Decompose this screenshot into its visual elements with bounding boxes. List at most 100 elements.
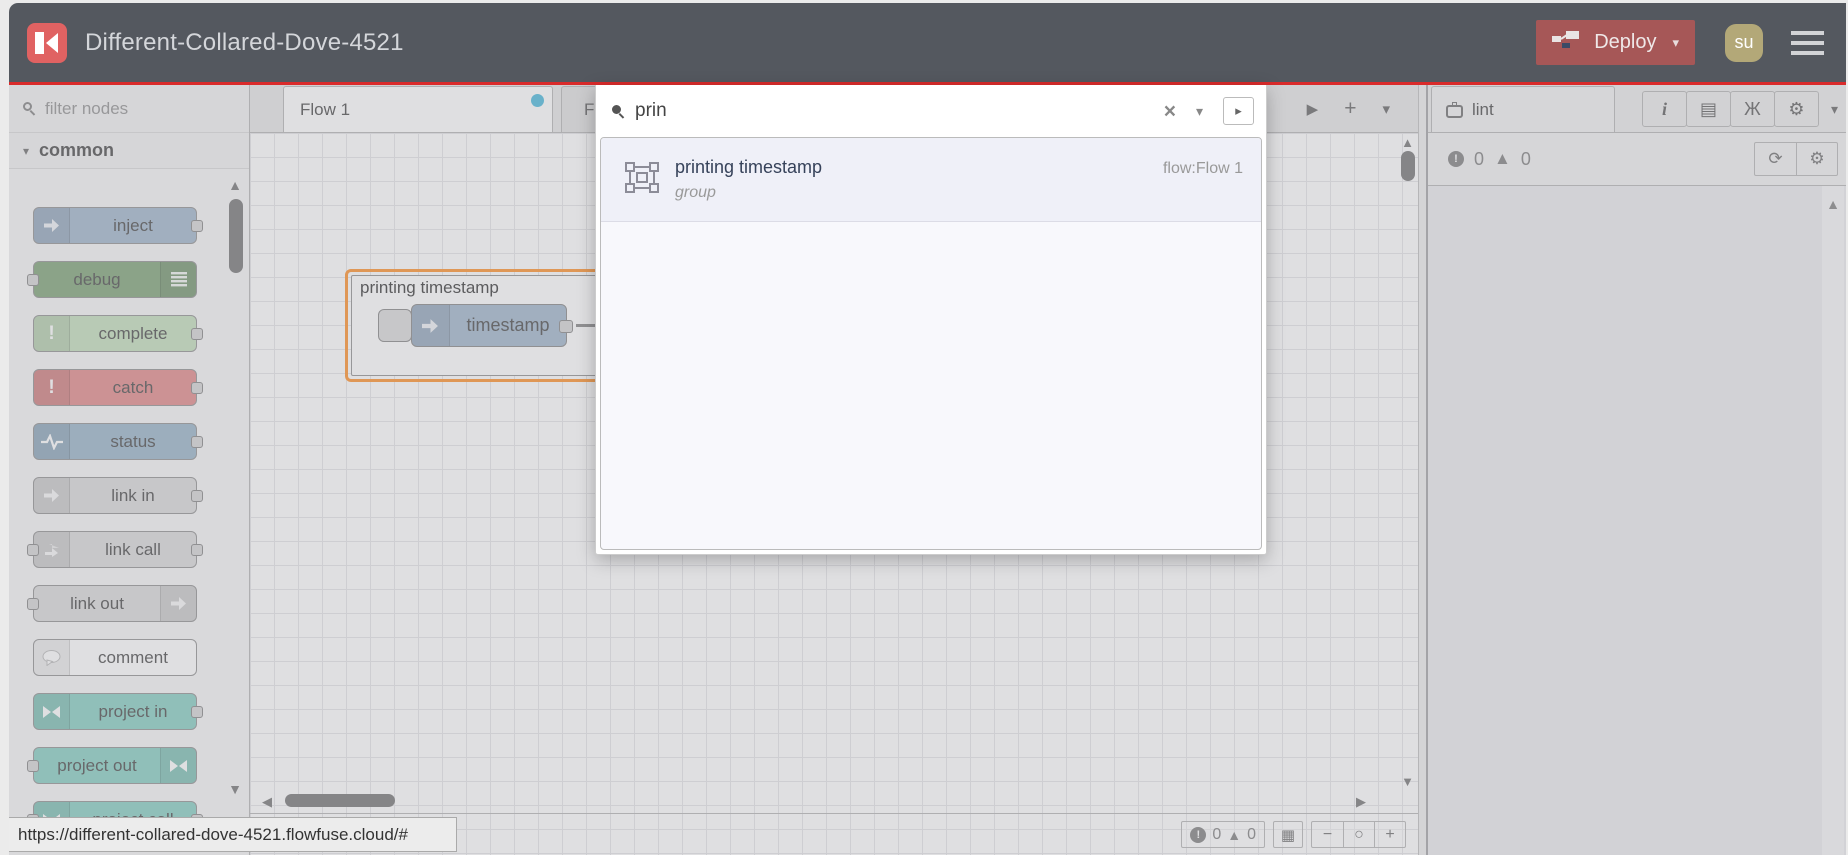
menu-bar-icon (1791, 30, 1824, 35)
arrow-icon (160, 586, 196, 621)
error-icon: ! (1448, 151, 1464, 167)
sidebar-tab-lint[interactable]: lint (1431, 86, 1615, 132)
lint-panel-content: ▲ (1428, 186, 1846, 855)
flow-list-caret-icon[interactable]: ▾ (1382, 100, 1390, 118)
search-result-type: group (675, 184, 716, 201)
input-port[interactable] (27, 274, 39, 286)
input-port[interactable] (27, 544, 39, 556)
deploy-button[interactable]: Deploy ▾ (1536, 20, 1695, 65)
deploy-options-caret-icon[interactable]: ▾ (1672, 35, 1679, 51)
palette-node-comment[interactable]: comment (33, 639, 197, 676)
output-port[interactable] (191, 490, 203, 502)
palette-node-link-out[interactable]: link out (27, 585, 197, 622)
zoom-in-button[interactable]: + (1374, 822, 1405, 847)
palette-node-label: link in (111, 485, 155, 505)
output-port[interactable] (559, 320, 573, 333)
lint-kit-icon (1446, 101, 1463, 118)
user-avatar[interactable]: su (1725, 23, 1763, 62)
search-result-location: flow:Flow 1 (1162, 160, 1243, 177)
canvas-scroll-down-icon[interactable]: ▼ (1401, 774, 1414, 789)
palette-node-label: inject (113, 215, 153, 235)
search-input-row: prin × ▾ ▸ (596, 85, 1266, 137)
palette-node-link-call[interactable]: link call (27, 531, 203, 568)
palette-node-project-in[interactable]: project in (33, 693, 203, 730)
output-port[interactable] (191, 436, 203, 448)
palette-node-project-out[interactable]: project out (27, 747, 197, 784)
palette-node-inject[interactable]: inject (33, 207, 203, 244)
search-icon (612, 104, 625, 119)
palette-category-common[interactable]: ▾ common (9, 133, 249, 169)
output-port[interactable] (191, 328, 203, 340)
palette-category-label: common (39, 140, 115, 160)
bug-icon: Ж (1744, 98, 1761, 119)
search-expand-button[interactable]: ▸ (1223, 97, 1254, 125)
canvas-scroll-left-icon[interactable]: ◀ (262, 794, 272, 810)
book-icon: ▤ (1699, 98, 1717, 119)
header: Different-Collared-Dove-4521 Deploy ▾ su (9, 3, 1846, 82)
search-options-caret-icon[interactable]: ▾ (1192, 103, 1207, 120)
add-flow-button[interactable]: + (1344, 97, 1356, 121)
input-port[interactable] (27, 760, 39, 772)
browser-status-url: https://different-collared-dove-4521.flo… (9, 817, 457, 852)
sidebar-tab-list-caret-icon[interactable]: ▾ (1831, 101, 1838, 118)
palette-scrollbar-thumb[interactable] (229, 199, 243, 273)
palette-node-label: link call (105, 539, 161, 559)
zoom-reset-button[interactable]: ○ (1343, 822, 1374, 847)
output-port[interactable] (191, 706, 203, 718)
palette-filter[interactable]: filter nodes (9, 85, 249, 133)
group-label: printing timestamp (360, 278, 499, 297)
palette-node-label: status (110, 431, 156, 451)
gear-icon: ⚙ (1809, 149, 1825, 168)
canvas-scroll-right-icon[interactable]: ▶ (1356, 794, 1366, 810)
search-input[interactable]: prin (635, 100, 1148, 122)
palette-scroll-up-icon[interactable]: ▲ (228, 177, 242, 193)
palette-node-link-in[interactable]: link in (33, 477, 203, 514)
output-port[interactable] (191, 544, 203, 556)
sidebar-scrollbar[interactable] (1822, 186, 1844, 855)
palette-node-complete[interactable]: ! complete (33, 315, 203, 352)
lint-error-count: 0 (1474, 148, 1485, 169)
list-icon (160, 262, 196, 297)
sidebar-tab-config-button[interactable]: ⚙ (1773, 91, 1819, 127)
canvas-vscrollbar-thumb[interactable] (1401, 151, 1415, 181)
palette-node-catch[interactable]: ! catch (33, 369, 203, 406)
canvas-scroll-up-icon[interactable]: ▲ (1401, 135, 1414, 150)
zoom-out-button[interactable]: − (1312, 822, 1343, 847)
inject-node-timestamp[interactable]: timestamp (411, 304, 573, 347)
output-port[interactable] (191, 382, 203, 394)
inject-arrow-icon (412, 305, 450, 346)
chevron-down-icon: ▾ (23, 143, 30, 158)
lint-refresh-button[interactable]: ⟳ (1755, 143, 1796, 175)
palette-node-label: debug (73, 269, 121, 289)
search-result-item[interactable]: printing timestamp flow:Flow 1 group (601, 138, 1261, 222)
tab-flow-1[interactable]: Flow 1 (283, 86, 553, 132)
tab-scroll-right-icon[interactable]: ▶ (1307, 100, 1319, 118)
navigator-map-button[interactable]: ▦ (1273, 821, 1303, 848)
sidebar-tab-debug-button[interactable]: Ж (1729, 91, 1775, 127)
palette-scroll-down-icon[interactable]: ▼ (228, 781, 242, 797)
inject-trigger-button[interactable] (378, 309, 412, 342)
palette-node-status[interactable]: status (33, 423, 203, 460)
group-icon (625, 161, 659, 198)
lint-settings-button[interactable]: ⚙ (1796, 143, 1837, 175)
clear-search-icon[interactable]: × (1158, 101, 1182, 122)
canvas-issue-counts[interactable]: ! 0 ▲ 0 (1181, 821, 1265, 848)
sidebar-scroll-up-icon[interactable]: ▲ (1826, 196, 1840, 212)
search-results-list: printing timestamp flow:Flow 1 group (600, 137, 1262, 550)
inject-node-label: timestamp (466, 315, 550, 335)
palette-node-debug[interactable]: debug (27, 261, 197, 298)
canvas-hscrollbar[interactable]: ◀ ▶ (250, 791, 1398, 811)
exclaim-icon: ! (34, 316, 70, 351)
sidebar-resize-handle[interactable] (1418, 85, 1428, 855)
canvas-hscrollbar-thumb[interactable] (285, 794, 395, 807)
palette-node-label: catch (112, 377, 154, 397)
bubble-icon (34, 640, 70, 675)
output-port[interactable] (191, 220, 203, 232)
canvas-error-count: 0 (1212, 825, 1222, 843)
main-menu-button[interactable] (1789, 27, 1826, 59)
input-port[interactable] (27, 598, 39, 610)
gear-icon: ⚙ (1788, 98, 1805, 119)
map-icon: ▦ (1280, 826, 1296, 844)
sidebar-tab-info-button[interactable]: i (1641, 91, 1687, 127)
sidebar-tab-help-button[interactable]: ▤ (1685, 91, 1731, 127)
